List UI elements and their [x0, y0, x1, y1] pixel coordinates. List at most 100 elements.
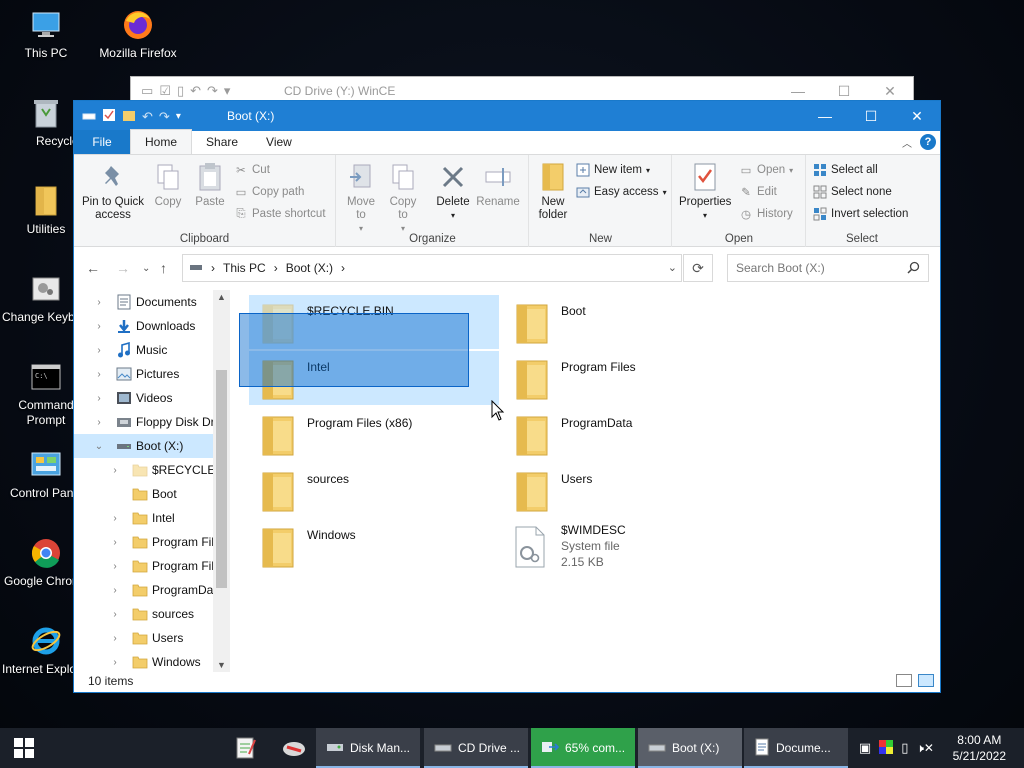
select-none-button[interactable]: Select none [813, 183, 892, 201]
cut-button[interactable]: ✂ Cut [234, 161, 270, 179]
pin-to-quick-access-button[interactable]: Pin to Quick access [80, 161, 148, 222]
folder-item[interactable]: sources [249, 463, 499, 517]
desktop-icon-firefox[interactable]: Mozilla Firefox [92, 8, 184, 61]
nav-item[interactable]: › Floppy Disk Drive [74, 410, 230, 434]
scroll-up-arrow[interactable]: ▲ [213, 292, 230, 302]
undo-icon[interactable]: ↶ [142, 109, 153, 125]
nav-item[interactable]: Boot [74, 482, 230, 506]
open-button[interactable]: ▭ Open ▾ [739, 161, 794, 179]
chevron-down-icon[interactable]: ⌄ [94, 441, 104, 452]
nav-item[interactable]: ⌄ Boot (X:) [74, 434, 230, 458]
properties-icon[interactable] [102, 108, 116, 125]
nav-item[interactable]: › Pictures [74, 362, 230, 386]
chevron-right-icon[interactable]: › [110, 585, 120, 596]
nav-item[interactable]: › Videos [74, 386, 230, 410]
taskbar-pinned-tool[interactable] [270, 728, 318, 768]
nav-item[interactable]: › Music [74, 338, 230, 362]
properties-button[interactable]: Properties ▾ [679, 161, 731, 222]
chevron-right-icon[interactable]: › [110, 513, 120, 524]
nav-item[interactable]: › Program Files [74, 530, 230, 554]
chevron-right-icon[interactable]: › [110, 561, 120, 572]
properties-icon[interactable]: ☑ [159, 83, 171, 99]
refresh-button[interactable]: ⟳ [683, 254, 713, 282]
large-icons-view-button[interactable] [918, 674, 934, 687]
delete-button[interactable]: Delete ▾ [435, 161, 471, 222]
chevron-right-icon[interactable]: › [94, 417, 104, 428]
taskbar-button[interactable]: CD Drive ... [424, 728, 528, 768]
redo-icon[interactable]: ↷ [159, 109, 170, 125]
nav-item[interactable]: › Downloads [74, 314, 230, 338]
folder-item[interactable]: Program Files (x86) [249, 407, 499, 461]
chevron-right-icon[interactable]: › [110, 609, 120, 620]
desktop-icon-this-pc[interactable]: This PC [0, 8, 92, 61]
breadcrumb-separator[interactable]: › [274, 261, 278, 275]
chevron-down-icon[interactable]: ⌄ [668, 261, 677, 274]
taskbar-button[interactable]: 65% com... [531, 728, 635, 768]
volume-muted-icon[interactable]: 🕨✕ [916, 741, 934, 756]
new-folder-icon[interactable] [122, 108, 136, 125]
taskbar-pinned-notepad[interactable] [222, 728, 270, 768]
nav-item[interactable]: › Windows [74, 650, 230, 672]
folder-item[interactable]: ProgramData [503, 407, 753, 461]
copy-path-button[interactable]: ▭ Copy path [234, 183, 305, 201]
chevron-down-icon[interactable]: ▾ [224, 83, 231, 99]
nav-item[interactable]: › ProgramData [74, 578, 230, 602]
rename-button[interactable]: Rename [475, 161, 521, 209]
search-input[interactable]: Search Boot (X:) [727, 254, 929, 282]
chevron-right-icon[interactable]: › [94, 297, 104, 308]
chevron-right-icon[interactable]: › [94, 369, 104, 380]
new-folder-button[interactable]: New folder [534, 161, 572, 222]
edit-button[interactable]: ✎ Edit [739, 183, 777, 201]
scroll-down-arrow[interactable]: ▼ [213, 660, 230, 670]
nav-item[interactable]: › Documents [74, 290, 230, 314]
tab-file[interactable]: File [74, 130, 130, 154]
nav-scrollbar[interactable]: ▲ ▼ [213, 290, 230, 672]
tab-share[interactable]: Share [192, 130, 252, 154]
address-bar[interactable]: › This PC › Boot (X:) › ⌄ [182, 254, 682, 282]
nav-item[interactable]: ›Program Files (x86) [74, 554, 230, 578]
chevron-up-icon[interactable]: ︿ [902, 135, 912, 150]
clock[interactable]: 8:00 AM 5/21/2022 [953, 732, 1006, 764]
taskbar-button[interactable]: Disk Man... [316, 728, 420, 768]
folder-item[interactable]: Users [503, 463, 753, 517]
network-icon[interactable]: ▣ [859, 740, 871, 756]
folder-item[interactable]: Program Files [503, 351, 753, 405]
history-button[interactable]: ◷ History [739, 205, 793, 223]
close-button[interactable]: ✕ [894, 101, 940, 131]
move-to-button[interactable]: Move to ▾ [343, 161, 379, 235]
breadcrumb-boot[interactable]: Boot (X:) [286, 261, 333, 275]
color-icon[interactable] [879, 739, 894, 757]
select-all-button[interactable]: Select all [813, 161, 878, 179]
nav-item[interactable]: › Intel [74, 506, 230, 530]
chevron-down-icon[interactable]: ▾ [176, 111, 181, 122]
invert-selection-button[interactable]: Invert selection [813, 205, 908, 223]
up-button[interactable]: ↑ [160, 260, 167, 276]
nav-item[interactable]: › Users [74, 626, 230, 650]
tab-view[interactable]: View [252, 130, 306, 154]
chevron-right-icon[interactable]: › [94, 393, 104, 404]
forward-button[interactable]: → [116, 260, 130, 276]
chevron-right-icon[interactable]: › [110, 465, 120, 476]
chevron-right-icon[interactable]: › [110, 633, 120, 644]
taskbar-button[interactable]: Boot (X:) [638, 728, 742, 768]
new-folder-icon[interactable]: ▯ [177, 83, 184, 99]
recent-locations-button[interactable]: ⌄ [142, 263, 150, 274]
nav-item[interactable]: › sources [74, 602, 230, 626]
chevron-right-icon[interactable]: › [110, 657, 120, 668]
details-view-button[interactable] [896, 674, 912, 687]
taskbar-button[interactable]: Docume... [744, 728, 848, 768]
chevron-right-icon[interactable]: › [110, 537, 120, 548]
file-item[interactable]: $WIMDESC System file 2.15 KB [503, 519, 753, 573]
paste-shortcut-button[interactable]: ⎘ Paste shortcut [234, 205, 325, 223]
chevron-right-icon[interactable]: › [94, 321, 104, 332]
scrollbar-thumb[interactable] [216, 370, 227, 588]
nav-item[interactable]: ›$RECYCLE.BIN [74, 458, 230, 482]
folder-item[interactable]: Boot [503, 295, 753, 349]
minimize-button[interactable]: — [802, 101, 848, 131]
tab-home[interactable]: Home [130, 129, 193, 154]
usb-icon[interactable]: ▯ [901, 740, 908, 756]
new-item-button[interactable]: New item ▾ [576, 161, 650, 179]
copy-button[interactable]: Copy [150, 161, 186, 209]
chevron-right-icon[interactable]: › [94, 345, 104, 356]
folder-item[interactable]: Windows [249, 519, 499, 573]
